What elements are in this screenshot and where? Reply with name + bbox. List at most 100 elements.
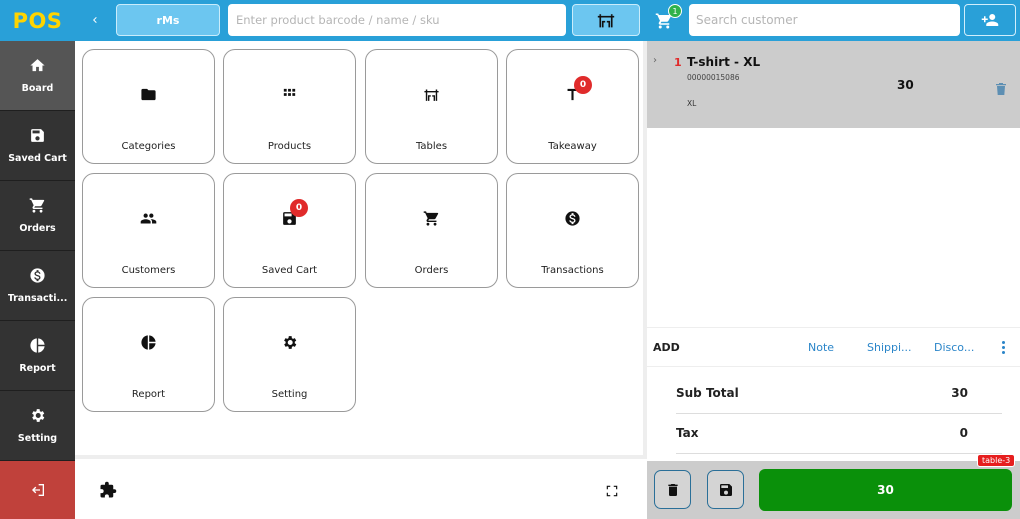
logout-button[interactable] (0, 461, 75, 519)
tile-setting[interactable]: Setting (223, 297, 356, 412)
sidebar-item-saved-cart[interactable]: Saved Cart (0, 111, 75, 181)
product-search-input[interactable] (228, 4, 566, 36)
grid-icon (283, 88, 296, 96)
fullscreen-button[interactable] (605, 483, 621, 499)
tile-label: Categories (121, 141, 176, 152)
tile-label: Saved Cart (261, 265, 318, 276)
puzzle-icon (100, 481, 117, 498)
save-cart-button[interactable] (707, 470, 744, 509)
table-icon (597, 14, 615, 28)
tax-row: Tax 0 (676, 414, 1002, 454)
table-tag-badge: table-3 (977, 454, 1016, 467)
remove-line-button[interactable] (996, 80, 1006, 95)
sidebar-item-label: Transacti... (7, 293, 68, 304)
tile-report[interactable]: Report (82, 297, 215, 412)
cart-line-item[interactable]: › 1 T-shirt - XL 00000015086 XL 30 (647, 41, 1020, 128)
chevron-left-icon (93, 17, 97, 23)
tile-takeaway[interactable]: 0 Takeaway (506, 49, 639, 164)
tile-categories[interactable]: Categories (82, 49, 215, 164)
home-icon (30, 59, 45, 72)
store-selector-button[interactable]: rMs (116, 4, 220, 36)
people-icon (140, 213, 157, 224)
bottom-toolbar (75, 463, 647, 519)
add-user-icon (981, 14, 999, 26)
pie-chart-icon (30, 338, 45, 353)
tile-label: Products (267, 141, 312, 152)
back-button[interactable] (84, 9, 106, 31)
add-options-row: ADD Note Shippi... Disco... (647, 327, 1020, 367)
takeaway-count-badge: 0 (574, 76, 592, 94)
sidebar-item-label: Orders (19, 223, 56, 234)
sidebar-item-label: Setting (17, 433, 58, 444)
sidebar-item-label: Saved Cart (8, 153, 67, 164)
save-icon (719, 483, 732, 496)
subtotal-value: 30 (951, 386, 968, 400)
folder-icon (141, 88, 156, 101)
add-label: ADD (653, 341, 680, 354)
table-icon (424, 89, 439, 101)
top-bar: rMs (75, 0, 647, 41)
product-sku: 00000015086 (687, 73, 740, 82)
expand-chevron-icon[interactable]: › (653, 55, 657, 66)
tile-customers[interactable]: Customers (82, 173, 215, 288)
fullscreen-icon (606, 485, 618, 497)
product-name: T-shirt - XL (687, 55, 761, 69)
sidebar-item-label: Report (19, 363, 56, 374)
tile-tables[interactable]: Tables (365, 49, 498, 164)
sidebar-item-orders[interactable]: Orders (0, 181, 75, 251)
tile-label: Setting (271, 389, 308, 400)
tile-label: Customers (121, 265, 176, 276)
trash-icon (996, 83, 1006, 95)
tile-label: Orders (414, 265, 449, 276)
tax-value: 0 (959, 426, 968, 440)
more-options-icon[interactable] (999, 339, 1007, 357)
tile-label: Takeaway (548, 141, 597, 152)
dashboard-grid: Categories Products Tables 0 Takeaway Cu… (75, 41, 647, 459)
sidebar-item-board[interactable]: Board (0, 41, 75, 111)
pay-button[interactable]: 30 (759, 469, 1012, 511)
line-price: 30 (897, 78, 914, 92)
add-shipping-link[interactable]: Shippi... (867, 341, 912, 354)
cart-count-badge: 1 (668, 4, 682, 18)
app-logo: POS (0, 0, 75, 41)
dollar-icon (30, 268, 45, 283)
dollar-icon (565, 211, 580, 226)
sidebar-item-report[interactable]: Report (0, 321, 75, 391)
customer-search-input[interactable] (689, 4, 960, 36)
sidebar-item-setting[interactable]: Setting (0, 391, 75, 461)
cart-icon (29, 198, 45, 213)
tile-label: Tables (415, 141, 448, 152)
tile-orders[interactable]: Orders (365, 173, 498, 288)
tile-label: Report (131, 389, 166, 400)
tile-transactions[interactable]: Transactions (506, 173, 639, 288)
cart-icon (423, 211, 439, 226)
gear-icon (284, 336, 297, 349)
tile-products[interactable]: Products (223, 49, 356, 164)
cart-header: 1 (647, 0, 1020, 41)
add-customer-button[interactable] (964, 4, 1016, 36)
trash-icon (667, 483, 678, 496)
sidebar: POS Board Saved Cart Orders Transacti...… (0, 0, 75, 519)
add-note-link[interactable]: Note (808, 341, 834, 354)
tile-label: Transactions (541, 265, 604, 276)
line-quantity: 1 (674, 56, 682, 69)
tax-label: Tax (676, 426, 699, 440)
gear-icon (32, 409, 45, 422)
sidebar-item-transactions[interactable]: Transacti... (0, 251, 75, 321)
add-discount-link[interactable]: Disco... (934, 341, 974, 354)
plugins-button[interactable] (99, 481, 119, 501)
cart-panel: 1 › 1 T-shirt - XL 00000015086 XL 30 ADD… (647, 0, 1020, 519)
tile-saved-cart[interactable]: 0 Saved Cart (223, 173, 356, 288)
saved-cart-count-badge: 0 (290, 199, 308, 217)
pos-app: POS Board Saved Cart Orders Transacti...… (0, 0, 1020, 519)
cart-actions: 30 (647, 461, 1020, 519)
subtotal-label: Sub Total (676, 386, 739, 400)
clear-cart-button[interactable] (654, 470, 691, 509)
logout-icon (31, 484, 44, 496)
pie-chart-icon (141, 335, 156, 350)
product-variant: XL (687, 99, 697, 108)
table-select-button[interactable] (572, 4, 640, 36)
subtotal-row: Sub Total 30 (676, 374, 1002, 414)
save-icon (31, 129, 44, 142)
sidebar-item-label: Board (21, 83, 54, 94)
